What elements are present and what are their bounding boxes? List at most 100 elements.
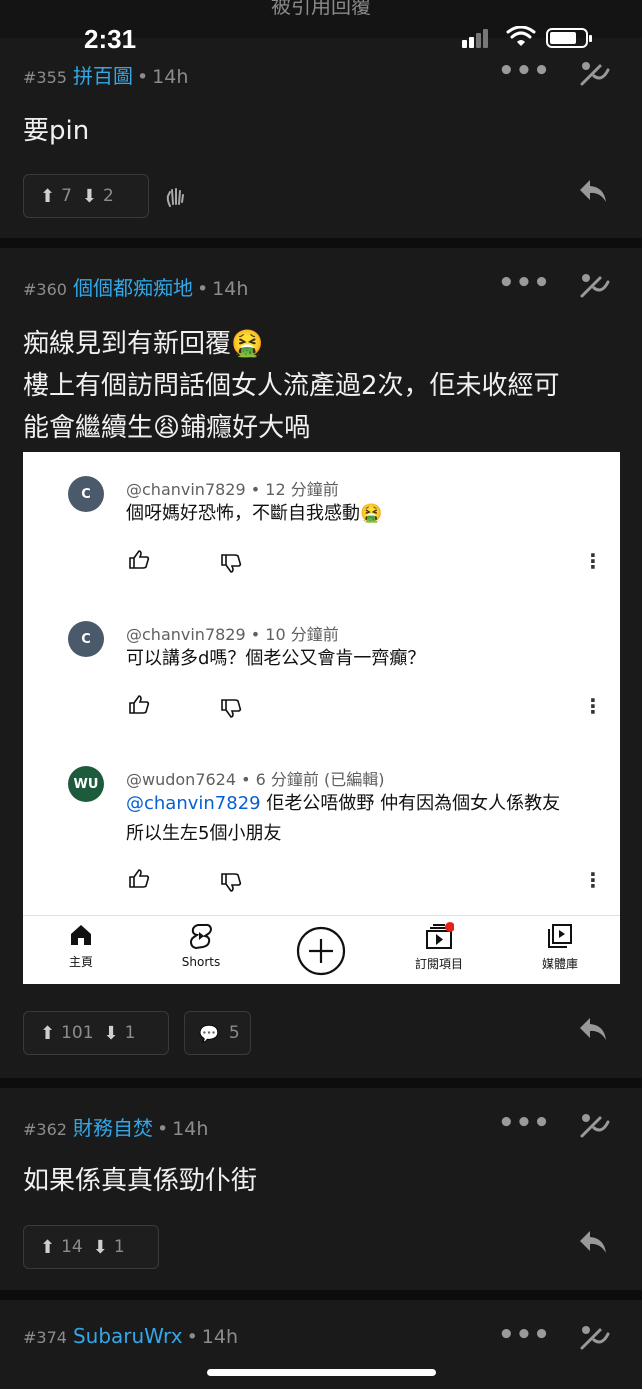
avatar: C [68, 476, 104, 512]
hand-icon[interactable] [164, 186, 186, 208]
vote-box: ⬆ 101 ⬇ 1 [23, 1011, 169, 1055]
status-bar: 被引用回覆 2:31 [0, 0, 642, 54]
arrow-down-icon: ⬇ [92, 1236, 108, 1258]
post-text-line: 痴線見到有新回覆🤮 [23, 329, 264, 359]
post-meta: #355 拼百圖 • 14h [23, 64, 189, 88]
more-vert-icon: ⋮ [583, 868, 603, 892]
comment-user: @chanvin7829 • 10 分鐘前 [126, 625, 339, 644]
upvote-count: 7 [61, 186, 72, 206]
comment-text-line: 所以生左5個小朋友 [126, 823, 282, 844]
youtube-nav-bar: 主頁 Shorts 訂閱項目 媒體庫 [23, 915, 620, 984]
comment-count: 5 [228, 1023, 240, 1043]
quote-icon[interactable] [578, 1322, 610, 1352]
divider [0, 238, 642, 248]
reply-icon[interactable] [578, 1229, 608, 1255]
downvote-button[interactable]: ⬇ 2 [82, 186, 114, 207]
more-options-icon[interactable]: ••• [498, 1320, 551, 1350]
arrow-up-icon: ⬆ [40, 1236, 56, 1258]
create-icon [296, 926, 346, 976]
youtube-comment: C @chanvin7829 • 12 分鐘前 個呀媽好恐怖，不斷自我感動🤮 ⋮ [23, 452, 620, 597]
battery-icon [546, 28, 592, 48]
post-age: 14h [201, 1326, 239, 1348]
upvote-count: 101 [61, 1023, 94, 1043]
downvote-count: 1 [113, 1237, 125, 1257]
more-options-icon[interactable]: ••• [498, 56, 551, 86]
clock: 2:31 [84, 24, 137, 54]
post-number: #362 [23, 1120, 67, 1139]
youtube-comment: WU @wudon7624 • 6 分鐘前 (已編輯) @chanvin7829… [23, 742, 620, 915]
nav-label: 媒體庫 [541, 957, 578, 971]
thumbs-up-icon [129, 695, 150, 714]
comment-text: 個呀媽好恐怖，不斷自我感動🤮 [126, 503, 383, 524]
arrow-up-icon: ⬆ [40, 1022, 56, 1044]
home-indicator[interactable] [207, 1369, 436, 1376]
post-body: 要pin [23, 110, 89, 152]
arrow-down-icon: ⬇ [81, 185, 98, 207]
post-text-line: 如果係真真係勁仆街 [23, 1166, 258, 1196]
shorts-icon [189, 923, 213, 950]
post-number: #374 [23, 1328, 67, 1347]
post-text-line: 能會繼續生😩鋪癮好大喎 [23, 413, 311, 443]
post-meta: #360 個個都痴痴地 • 14h [23, 276, 249, 300]
downvote-count: 1 [124, 1023, 136, 1043]
post: #355 拼百圖 • 14h ••• 要pin ⬆ 7 ⬇ 2 [0, 38, 642, 238]
library-icon [548, 924, 572, 948]
post-meta: #374 SubaruWrx • 14h [23, 1324, 239, 1348]
nav-library: 媒體庫 [535, 922, 585, 972]
more-options-icon[interactable]: ••• [498, 268, 551, 298]
vote-box: ⬆ 14 ⬇ 1 [23, 1225, 159, 1269]
author-link[interactable]: 拼百圖 [73, 64, 133, 88]
more-vert-icon: ⋮ [583, 694, 603, 718]
quote-icon[interactable] [578, 270, 610, 300]
upvote-button[interactable]: ⬆ 7 [40, 186, 72, 207]
post-age: 14h [172, 1118, 209, 1140]
downvote-button[interactable]: ⬇ 1 [104, 1023, 136, 1044]
more-options-icon[interactable]: ••• [498, 1108, 551, 1138]
post-text-line: 樓上有個訪問話個女人流產過2次，佢未收經可 [23, 371, 560, 401]
quote-icon[interactable] [578, 1110, 610, 1140]
nav-shorts: Shorts [173, 922, 229, 969]
downvote-count: 2 [103, 186, 114, 206]
divider [0, 1290, 642, 1300]
reply-icon[interactable] [578, 178, 608, 204]
vote-box: ⬆ 7 ⬇ 2 [23, 174, 149, 218]
author-link[interactable]: SubaruWrx [73, 1324, 183, 1348]
thumbs-down-icon [221, 873, 242, 892]
comments-button[interactable]: 💬 5 [184, 1011, 251, 1055]
post-meta: #362 財務自焚 • 14h [23, 1116, 209, 1140]
mention-link: @chanvin7829 [126, 793, 261, 814]
upvote-button[interactable]: ⬆ 14 [40, 1237, 83, 1258]
upvote-button[interactable]: ⬆ 101 [40, 1023, 94, 1044]
upvote-count: 14 [61, 1237, 83, 1257]
post-text-line: 要pin [23, 116, 90, 146]
comment-text: @chanvin7829 佢老公唔做野 仲有因為個女人係教友 [126, 789, 560, 819]
home-icon [71, 925, 91, 945]
nav-subscriptions: 訂閱項目 [409, 922, 469, 972]
arrow-up-icon: ⬆ [40, 185, 56, 207]
avatar: C [68, 621, 104, 657]
quote-icon[interactable] [578, 58, 610, 88]
nav-label: 訂閱項目 [414, 957, 463, 971]
post-number: #360 [23, 280, 67, 299]
nav-label: 主頁 [68, 955, 93, 969]
downvote-button[interactable]: ⬇ 1 [93, 1237, 125, 1258]
page-title: 被引用回覆 [271, 0, 371, 18]
comment-text: 可以講多d嗎？個老公又會肯一齊癲？ [126, 648, 426, 669]
thumbs-down-icon [221, 699, 242, 718]
post-number: #355 [23, 68, 67, 87]
comment-user: @chanvin7829 • 12 分鐘前 [126, 480, 339, 499]
reply-icon[interactable] [578, 1016, 608, 1042]
nav-home: 主頁 [63, 922, 99, 970]
embedded-image[interactable]: C @chanvin7829 • 12 分鐘前 個呀媽好恐怖，不斷自我感動🤮 ⋮… [23, 452, 620, 984]
signal-icon [462, 29, 490, 48]
author-link[interactable]: 個個都痴痴地 [73, 276, 193, 300]
thumbs-up-icon [129, 869, 150, 888]
wifi-icon [506, 26, 536, 46]
avatar: WU [68, 766, 104, 802]
post: #362 財務自焚 • 14h ••• 如果係真真係勁仆街 ⬆ 14 ⬇ 1 [0, 1088, 642, 1290]
author-link[interactable]: 財務自焚 [73, 1116, 153, 1140]
comment-user: @wudon7624 • 6 分鐘前 (已編輯) [126, 770, 385, 789]
comment-text-line: 佢老公唔做野 仲有因為個女人係教友 [260, 793, 561, 814]
subscriptions-icon [426, 922, 455, 949]
post-body: 痴線見到有新回覆🤮 樓上有個訪問話個女人流產過2次，佢未收經可 能會繼續生😩鋪癮… [23, 323, 560, 449]
